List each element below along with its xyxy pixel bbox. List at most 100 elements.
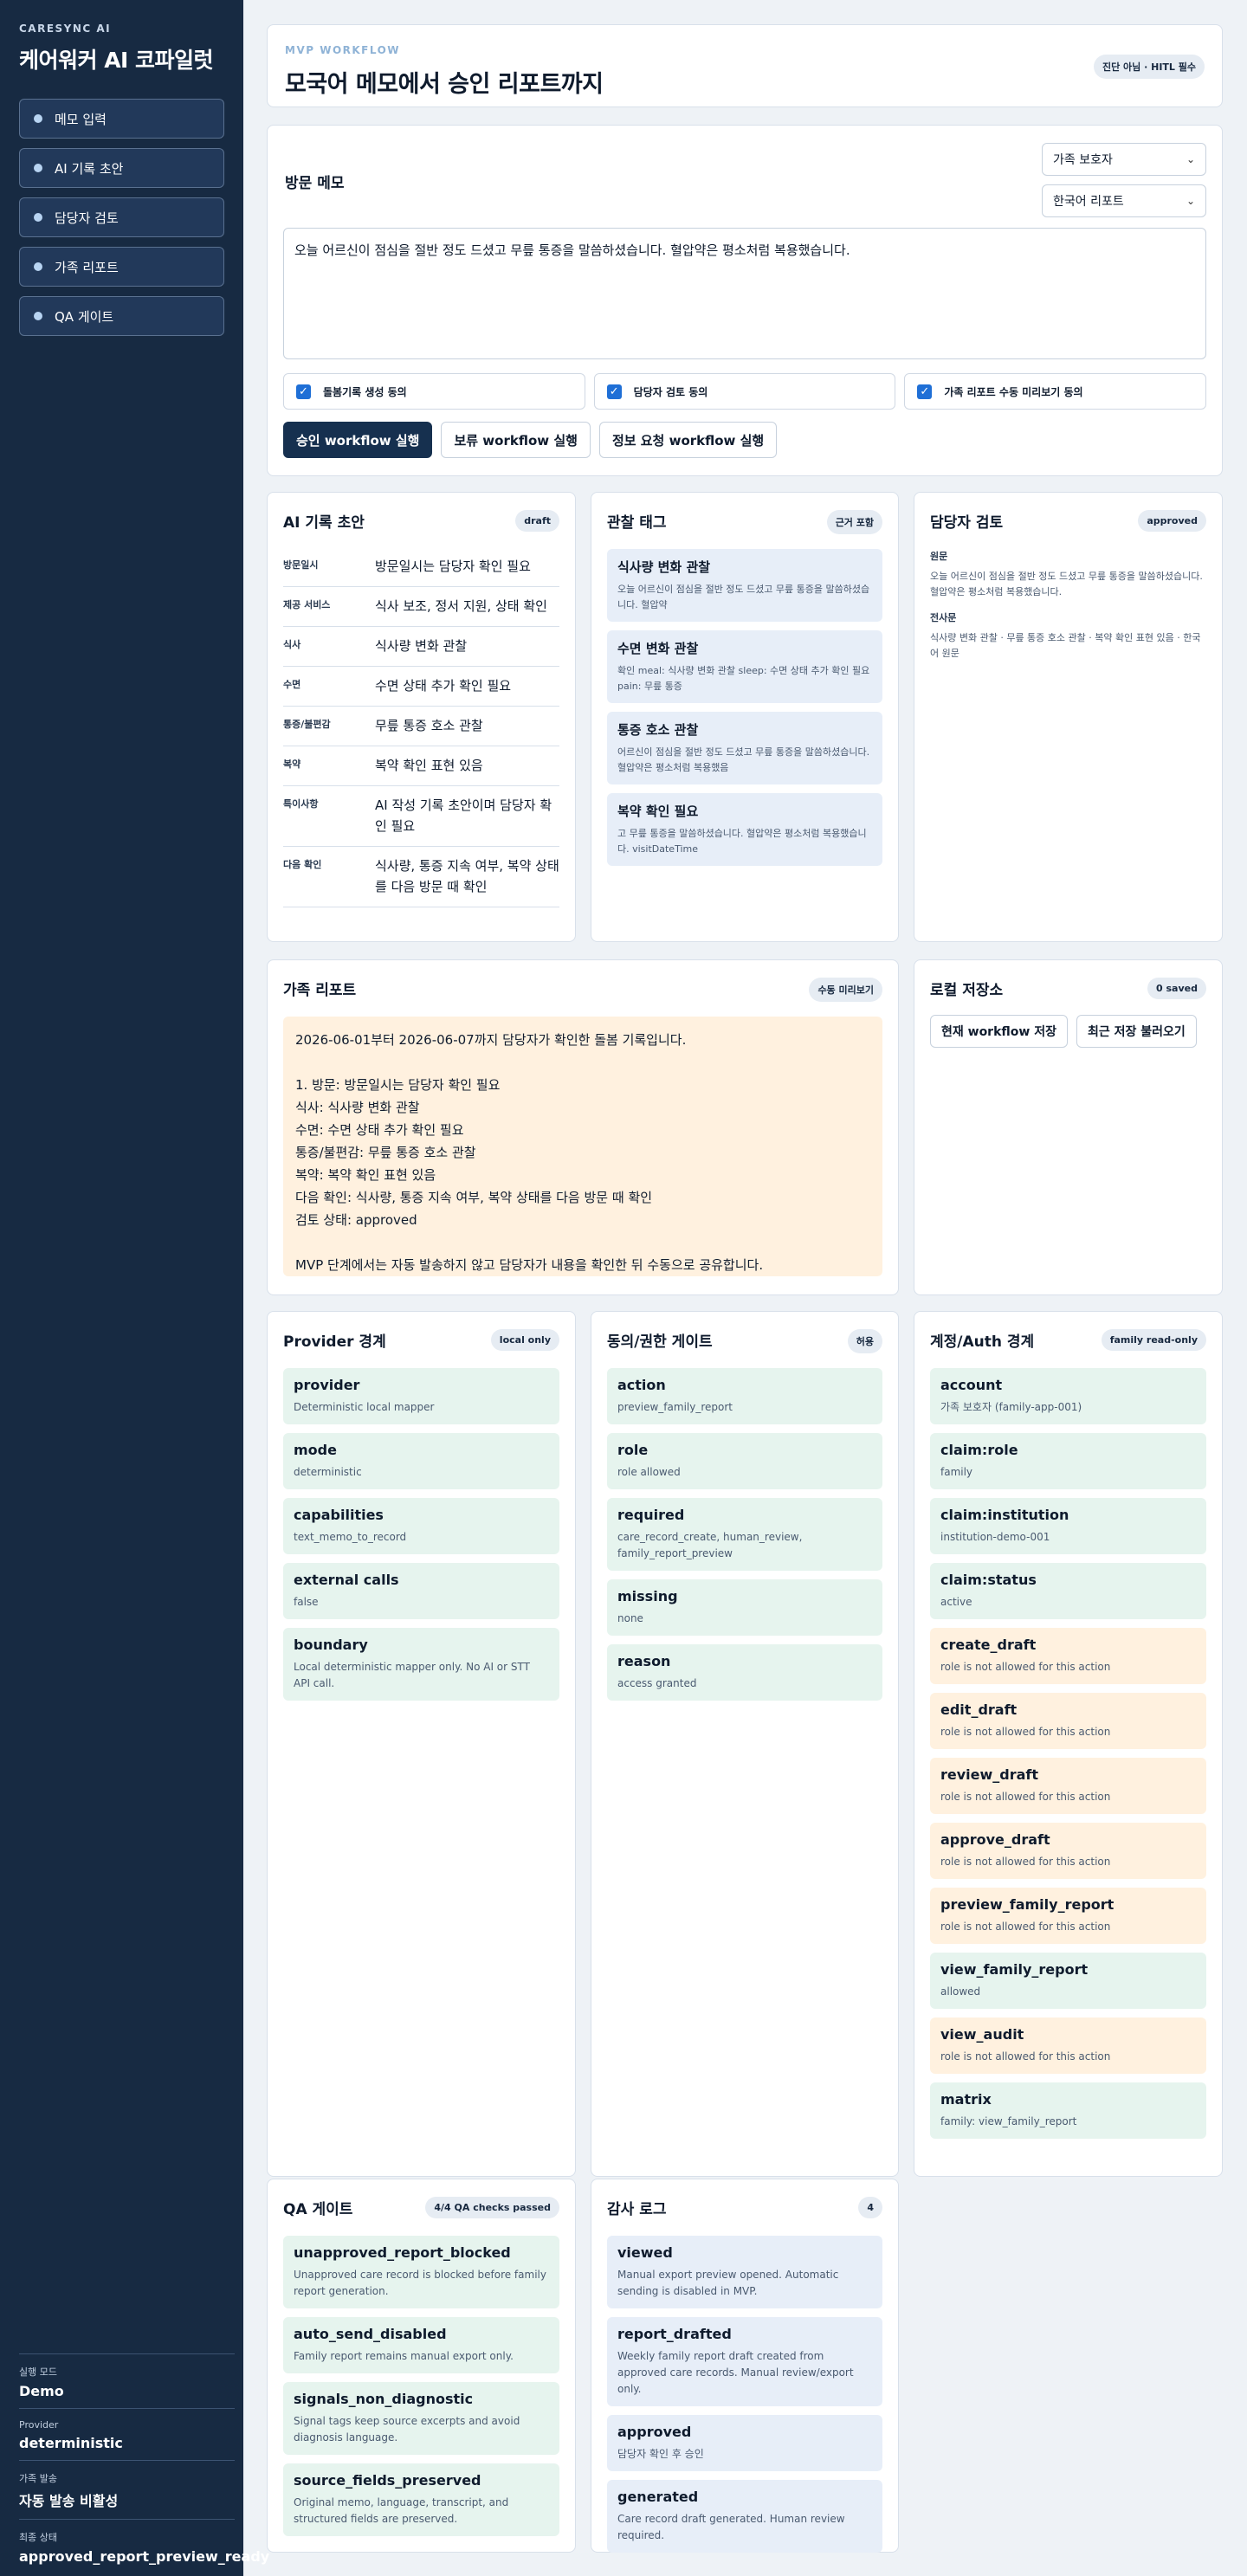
- page-eyebrow: MVP WORKFLOW: [285, 44, 401, 56]
- count-badge: 4: [858, 2197, 882, 2218]
- item-title: claim:status: [940, 1572, 1037, 1588]
- list-item: reason access granted: [607, 1644, 882, 1701]
- language-select[interactable]: 한국어 리포트 ⌄: [1042, 184, 1206, 217]
- item-title: preview_family_report: [940, 1896, 1115, 1913]
- list-item: review_draft role is not allowed for this…: [930, 1758, 1206, 1814]
- list-item: missing none: [607, 1579, 882, 1636]
- stat-value: approved_report_preview_ready: [19, 2548, 270, 2565]
- item-title: role: [617, 1442, 649, 1458]
- sidebar-nav: 메모 입력 AI 기록 초안 담당자 검토 가족 리포트 QA 게이트: [19, 99, 224, 336]
- item-detail: 담당자 확인 후 승인: [617, 2448, 704, 2460]
- account-auth-card: 계정/Auth 경계 family read-only account 가족 보호…: [914, 1311, 1223, 2177]
- stat-label: 실행 모드: [19, 2366, 57, 2378]
- field-key: 특이사항: [283, 798, 319, 810]
- consent-preview-check[interactable]: ✓ 가족 리포트 수동 미리보기 동의: [904, 373, 1207, 410]
- brand-title: 케어워커 AI 코파일럿: [19, 48, 214, 73]
- status-badge: 허용: [847, 1329, 882, 1353]
- list-item: 수면 변화 관찰 확인 meal: 식사량 변화 관찰 sleep: 수면 상태 …: [607, 630, 882, 703]
- sidebar-item-ai-draft[interactable]: AI 기록 초안: [19, 148, 224, 188]
- report-line: 2026-06-01부터 2026-06-07까지 담당자가 확인한 돌봄 기록…: [295, 1032, 687, 1048]
- list-item: account 가족 보호자 (family-app-001): [930, 1368, 1206, 1424]
- run-approve-button[interactable]: 승인 workflow 실행: [283, 422, 433, 458]
- list-item: create_draft role is not allowed for this…: [930, 1628, 1206, 1684]
- sidebar-item-qa[interactable]: QA 게이트: [19, 296, 224, 336]
- check-label: 돌봄기록 생성 동의: [323, 385, 407, 398]
- family-report-card: 가족 리포트 수동 미리보기 2026-06-01부터 2026-06-07까지…: [267, 959, 899, 1295]
- local-storage-card: 로컬 저장소 0 saved 현재 workflow 저장 최근 저장 불러오기: [914, 959, 1223, 1295]
- consent-review-check[interactable]: ✓ 담당자 검토 동의: [593, 373, 896, 410]
- list-item: view_family_report allowed: [930, 1953, 1206, 2009]
- tag-excerpt: 확인 meal: 식사량 변화 관찰 sleep: 수면 상태 추가 확인 필요…: [617, 665, 870, 692]
- report-line: 식사: 식사량 변화 관찰: [295, 1100, 420, 1115]
- memo-textarea[interactable]: 오늘 어르신이 점심을 절반 정도 드셨고 무릎 통증을 말씀하셨습니다. 혈압…: [283, 228, 1206, 359]
- audience-select[interactable]: 가족 보호자 ⌄: [1042, 143, 1206, 176]
- list-item: viewed Manual export preview opened. Auto…: [607, 2236, 882, 2308]
- select-value: 한국어 리포트: [1053, 195, 1124, 209]
- consent-list: action preview_family_report role role all…: [607, 1368, 882, 1701]
- dot-icon: [34, 262, 42, 271]
- item-title: view_audit: [940, 2026, 1024, 2043]
- sidebar-item-review[interactable]: 담당자 검토: [19, 197, 224, 237]
- run-info-request-button[interactable]: 정보 요청 workflow 실행: [598, 422, 778, 458]
- item-detail: allowed: [940, 1985, 981, 1998]
- list-item: external calls false: [283, 1563, 559, 1619]
- stat-final-state: 최종 상태 approved_report_preview_ready: [19, 2519, 270, 2573]
- qa-list: unapproved_report_blocked Unapproved care…: [283, 2236, 559, 2536]
- item-detail: family: [940, 1466, 973, 1478]
- stat-family-send: 가족 발송 자동 발송 비활성: [19, 2460, 235, 2519]
- checkbox-checked-icon[interactable]: ✓: [917, 384, 933, 399]
- dot-icon: [34, 164, 42, 172]
- field-value: 식사 보조, 정서 지원, 상태 확인: [375, 598, 547, 614]
- list-item: 식사량 변화 관찰오늘 어르신이 점심을 절반 정도 드셨고 무릎 통증을 말씀…: [607, 549, 882, 622]
- stat-label: 최종 상태: [19, 2532, 57, 2543]
- list-item: claim:role family: [930, 1433, 1206, 1489]
- item-detail: deterministic: [294, 1466, 362, 1478]
- summary-label: 전사문: [930, 612, 957, 623]
- item-detail: Local deterministic mapper only. No AI o…: [294, 1661, 530, 1689]
- item-detail: Original memo, language, transcript, and…: [294, 2496, 509, 2525]
- qa-gate-card: QA 게이트 4/4 QA checks passed unapproved_r…: [267, 2179, 576, 2553]
- item-title: report_drafted: [617, 2326, 732, 2342]
- tag-excerpt: 오늘 어르신이 점심을 절반 정도 드셨고 무릎 통증을 말씀하셨습니다. 혈압…: [617, 584, 870, 610]
- list-item: required care_record_create, human_review…: [607, 1498, 882, 1571]
- item-detail: false: [294, 1596, 319, 1608]
- list-item: approved 담당자 확인 후 승인: [607, 2415, 882, 2471]
- memo-label: 방문 메모: [285, 175, 345, 192]
- field-key: 다음 확인: [283, 859, 322, 870]
- item-detail: care_record_create, human_review, family…: [617, 1531, 803, 1559]
- item-detail: family: view_family_report: [940, 2115, 1077, 2127]
- list-item: generated Care record draft generated. Hu…: [607, 2480, 882, 2553]
- checkbox-checked-icon[interactable]: ✓: [606, 384, 622, 399]
- list-item: source_fields_preserved Original memo, la…: [283, 2463, 559, 2536]
- item-detail: Unapproved care record is blocked before…: [294, 2269, 546, 2297]
- original-label: 원문: [930, 551, 948, 562]
- item-detail: 가족 보호자 (family-app-001): [940, 1401, 1082, 1413]
- report-line: 검토 상태: approved: [295, 1212, 417, 1228]
- field-value: 무릎 통증 호소 관찰: [375, 718, 483, 733]
- report-spacer: [295, 1051, 870, 1074]
- item-title: viewed: [617, 2244, 673, 2261]
- field-key: 복약: [283, 759, 301, 770]
- sidebar-item-memo[interactable]: 메모 입력: [19, 99, 224, 139]
- sidebar-item-family-report[interactable]: 가족 리포트: [19, 247, 224, 287]
- run-hold-button[interactable]: 보류 workflow 실행: [441, 422, 591, 458]
- item-title: missing: [617, 1588, 678, 1604]
- item-title: required: [617, 1507, 685, 1523]
- consent-record-check[interactable]: ✓ 돌봄기록 생성 동의: [283, 373, 585, 410]
- consent-checks: ✓ 돌봄기록 생성 동의 ✓ 담당자 검토 동의 ✓ 가족 리포트 수동 미리보기 동…: [283, 373, 1207, 410]
- load-recent-button[interactable]: 최근 저장 불러오기: [1076, 1015, 1197, 1048]
- page-header: MVP WORKFLOW 모국어 메모에서 승인 리포트까지 진단 아님 · H…: [267, 24, 1223, 107]
- list-item: edit_draft role is not allowed for this a…: [930, 1693, 1206, 1749]
- draft-field: 통증/불편감 무릎 통증 호소 관찰: [283, 707, 559, 746]
- page-title: 모국어 메모에서 승인 리포트까지: [285, 71, 604, 98]
- status-badge: approved: [1138, 510, 1206, 532]
- checkbox-checked-icon[interactable]: ✓: [296, 384, 311, 399]
- report-line: 다음 확인: 식사량, 통증 지속 여부, 복약 상태를 다음 방문 때 확인: [295, 1190, 653, 1205]
- dot-icon: [34, 213, 42, 222]
- item-title: mode: [294, 1442, 337, 1458]
- tag-excerpt: 어르신이 점심을 절반 정도 드셨고 무릎 통증을 말씀하셨습니다. 혈압약은 …: [617, 746, 870, 773]
- save-workflow-button[interactable]: 현재 workflow 저장: [930, 1015, 1068, 1048]
- tag-title: 식사량 변화 관찰: [617, 559, 711, 575]
- item-detail: role allowed: [617, 1466, 681, 1478]
- chevron-down-icon: ⌄: [1186, 195, 1195, 207]
